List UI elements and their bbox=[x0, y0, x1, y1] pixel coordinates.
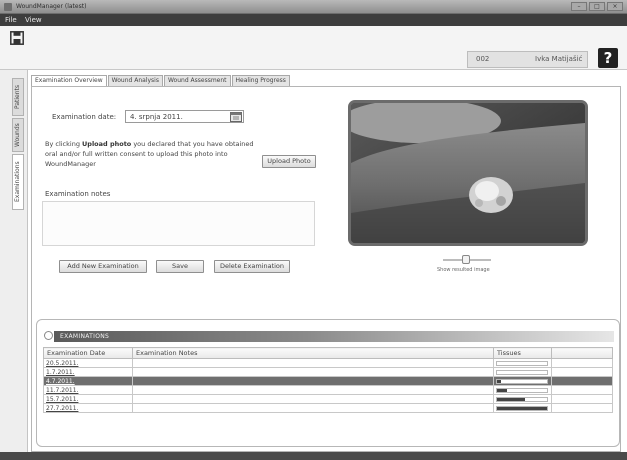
tissue-progress-bar bbox=[496, 405, 548, 411]
row-date[interactable]: 20.5.2011. bbox=[43, 358, 133, 368]
tissue-progress-fill bbox=[497, 397, 525, 401]
table-row[interactable]: 4.7.2011. bbox=[43, 376, 613, 386]
tissue-progress-bar bbox=[496, 387, 548, 393]
row-date[interactable]: 4.7.2011. bbox=[43, 376, 133, 386]
app-icon bbox=[4, 3, 12, 11]
row-date[interactable]: 11.7.2011. bbox=[43, 385, 133, 395]
wound-image bbox=[351, 103, 585, 243]
tissue-progress-fill bbox=[497, 406, 547, 410]
row-tissues bbox=[493, 394, 552, 404]
tissue-progress-bar bbox=[496, 378, 548, 384]
column-examination-notes[interactable]: Examination Notes bbox=[132, 347, 494, 359]
tissue-progress-fill bbox=[497, 379, 501, 383]
upload-photo-button[interactable]: Upload Photo bbox=[262, 155, 316, 168]
overlay-slider-thumb[interactable] bbox=[462, 255, 470, 264]
table-row[interactable]: 27.7.2011. bbox=[43, 403, 613, 413]
examinations-header: EXAMINATIONS bbox=[54, 331, 614, 342]
row-tissues bbox=[493, 385, 552, 395]
delete-examination-button[interactable]: Delete Examination bbox=[214, 260, 290, 273]
column-examination-date[interactable]: Examination Date bbox=[43, 347, 133, 359]
sidebar-tab-patients[interactable]: Patients bbox=[12, 78, 24, 116]
menu-file[interactable]: File bbox=[5, 16, 17, 24]
table-row[interactable]: 1.7.2011. bbox=[43, 367, 613, 377]
close-button[interactable]: × bbox=[607, 2, 623, 11]
tab-healing-progress[interactable]: Healing Progress bbox=[231, 75, 290, 86]
row-date[interactable]: 27.7.2011. bbox=[43, 403, 133, 413]
table-row[interactable]: 15.7.2011. bbox=[43, 394, 613, 404]
tissue-progress-bar bbox=[496, 360, 548, 366]
row-tissues bbox=[493, 367, 552, 377]
table-row[interactable]: 11.7.2011. bbox=[43, 385, 613, 395]
table-row[interactable]: 20.5.2011. bbox=[43, 358, 613, 368]
examinations-title: EXAMINATIONS bbox=[60, 333, 110, 340]
sidebar-tabs: Patients Wounds Examinations bbox=[0, 70, 28, 452]
wound-photo bbox=[348, 100, 588, 246]
row-tissues bbox=[493, 358, 552, 368]
title-bar: WoundManager (latest) – □ × bbox=[0, 0, 627, 14]
patient-name: Ivka Matijašić bbox=[535, 55, 583, 63]
sidebar-tab-wounds[interactable]: Wounds bbox=[12, 118, 24, 152]
row-notes bbox=[132, 394, 494, 404]
row-notes bbox=[132, 376, 494, 386]
row-extra bbox=[551, 403, 613, 413]
minimize-button[interactable]: – bbox=[571, 2, 587, 11]
window-title: WoundManager (latest) bbox=[16, 3, 87, 10]
column-tissues[interactable]: Tissues bbox=[493, 347, 552, 359]
examinations-table: Examination Date Examination Notes Tissu… bbox=[43, 347, 613, 413]
examination-date-label: Examination date: bbox=[52, 113, 117, 121]
row-date[interactable]: 1.7.2011. bbox=[43, 367, 133, 377]
row-extra bbox=[551, 385, 613, 395]
tab-wound-analysis[interactable]: Wound Analysis bbox=[107, 75, 163, 86]
examination-date-value: 4. srpnja 2011. bbox=[130, 113, 183, 121]
add-new-examination-button[interactable]: Add New Examination bbox=[59, 260, 147, 273]
column-extra bbox=[551, 347, 613, 359]
save-icon[interactable] bbox=[10, 31, 24, 45]
tissue-progress-fill bbox=[497, 388, 507, 392]
calendar-icon[interactable] bbox=[230, 111, 242, 122]
row-extra bbox=[551, 376, 613, 386]
help-button[interactable]: ? bbox=[598, 48, 618, 68]
tab-strip: Examination Overview Wound Analysis Woun… bbox=[31, 75, 291, 87]
row-extra bbox=[551, 394, 613, 404]
tissue-progress-bar bbox=[496, 396, 548, 402]
row-extra bbox=[551, 358, 613, 368]
row-notes bbox=[132, 358, 494, 368]
tab-wound-assessment[interactable]: Wound Assessment bbox=[163, 75, 231, 86]
status-bar bbox=[0, 452, 627, 460]
maximize-button[interactable]: □ bbox=[589, 2, 605, 11]
tissue-progress-bar bbox=[496, 369, 548, 375]
row-tissues bbox=[493, 403, 552, 413]
sidebar-tab-examinations[interactable]: Examinations bbox=[12, 154, 24, 210]
row-notes bbox=[132, 367, 494, 377]
examination-notes-field[interactable] bbox=[42, 201, 315, 246]
show-resulted-image-label: Show resulted image bbox=[437, 267, 490, 273]
menu-bar: File View bbox=[0, 14, 627, 26]
collapse-icon[interactable] bbox=[44, 331, 53, 340]
row-notes bbox=[132, 385, 494, 395]
row-tissues bbox=[493, 376, 552, 386]
examination-date-picker[interactable]: 4. srpnja 2011. bbox=[125, 110, 244, 123]
upload-consent-text: By clicking Upload photo you declared th… bbox=[45, 140, 254, 168]
patient-id: 002 bbox=[476, 55, 490, 63]
menu-view[interactable]: View bbox=[25, 16, 42, 24]
row-notes bbox=[132, 403, 494, 413]
row-extra bbox=[551, 367, 613, 377]
save-button[interactable]: Save bbox=[156, 260, 204, 273]
examination-notes-label: Examination notes bbox=[45, 190, 111, 198]
row-date[interactable]: 15.7.2011. bbox=[43, 394, 133, 404]
